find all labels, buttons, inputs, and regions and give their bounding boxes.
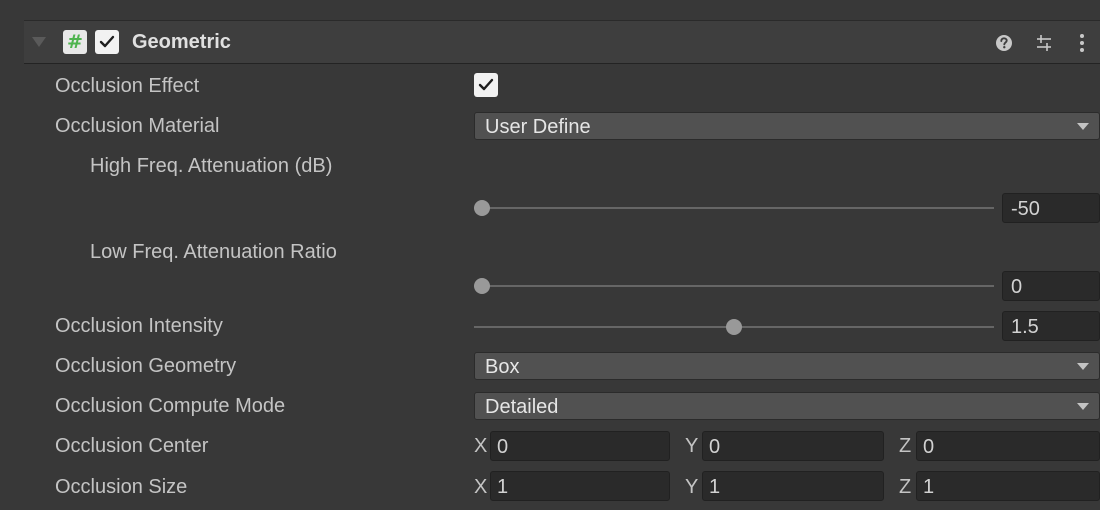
size-z-field[interactable]: 1: [916, 471, 1100, 501]
check-icon: [99, 35, 115, 48]
component-enabled-checkbox[interactable]: [95, 30, 119, 54]
intensity-slider-track[interactable]: [474, 319, 994, 335]
occlusion-size-label: Occlusion Size: [55, 476, 188, 498]
component-header[interactable]: # Geometric: [24, 20, 1100, 64]
occlusion-compute-mode-label: Occlusion Compute Mode: [55, 395, 286, 417]
size-y-value: 1: [709, 476, 721, 498]
dropdown-arrow-icon: [1077, 403, 1089, 410]
occlusion-material-label: Occlusion Material: [55, 115, 220, 137]
center-x-label: X: [474, 435, 488, 457]
occlusion-material-dropdown[interactable]: User Define: [474, 112, 1100, 140]
component-title: Geometric: [132, 31, 231, 53]
center-y-field[interactable]: 0: [702, 431, 884, 461]
center-y-value: 0: [709, 436, 721, 458]
occlusion-compute-mode-dropdown[interactable]: Detailed: [474, 392, 1100, 420]
help-icon[interactable]: [992, 31, 1016, 55]
check-icon: [478, 78, 494, 91]
size-x-value: 1: [497, 476, 509, 498]
intensity-field[interactable]: 1.5: [1002, 311, 1100, 341]
occlusion-geometry-value: Box: [485, 356, 520, 378]
size-x-label: X: [474, 476, 488, 498]
high-freq-label: High Freq. Attenuation (dB): [90, 155, 333, 177]
high-freq-field[interactable]: -50: [1002, 193, 1100, 223]
occlusion-intensity-label: Occlusion Intensity: [55, 315, 223, 337]
size-x-field[interactable]: 1: [490, 471, 670, 501]
center-x-value: 0: [497, 436, 509, 458]
occlusion-geometry-dropdown[interactable]: Box: [474, 352, 1100, 380]
occlusion-material-value: User Define: [485, 116, 591, 138]
center-y-label: Y: [685, 435, 699, 457]
low-freq-value: 0: [1011, 276, 1023, 298]
fold-arrow-icon[interactable]: [32, 37, 46, 47]
inspector-panel: # Geometric Occlusion Effect Occlusion M…: [8, 8, 1100, 510]
high-freq-value: -50: [1011, 198, 1040, 220]
low-freq-field[interactable]: 0: [1002, 271, 1100, 301]
occlusion-geometry-label: Occlusion Geometry: [55, 355, 237, 377]
dropdown-arrow-icon: [1077, 123, 1089, 130]
center-z-field[interactable]: 0: [916, 431, 1100, 461]
occlusion-effect-label: Occlusion Effect: [55, 75, 200, 97]
size-z-label: Z: [899, 476, 912, 498]
occlusion-effect-checkbox[interactable]: [474, 73, 498, 97]
dropdown-arrow-icon: [1077, 363, 1089, 370]
center-z-value: 0: [923, 436, 935, 458]
kebab-menu-icon[interactable]: [1070, 31, 1094, 55]
intensity-value: 1.5: [1011, 316, 1039, 338]
size-y-field[interactable]: 1: [702, 471, 884, 501]
center-x-field[interactable]: 0: [490, 431, 670, 461]
occlusion-compute-mode-value: Detailed: [485, 396, 559, 418]
low-freq-slider-track[interactable]: [474, 278, 994, 294]
script-hash-icon: #: [63, 30, 87, 54]
high-freq-slider-track[interactable]: [474, 200, 994, 216]
size-y-label: Y: [685, 476, 699, 498]
size-z-value: 1: [923, 476, 935, 498]
center-z-label: Z: [899, 435, 912, 457]
low-freq-label: Low Freq. Attenuation Ratio: [90, 241, 337, 263]
low-freq-slider-thumb[interactable]: [474, 278, 490, 294]
preset-sliders-icon[interactable]: [1032, 31, 1056, 55]
intensity-slider-thumb[interactable]: [726, 319, 742, 335]
occlusion-center-label: Occlusion Center: [55, 435, 209, 457]
high-freq-slider-thumb[interactable]: [474, 200, 490, 216]
